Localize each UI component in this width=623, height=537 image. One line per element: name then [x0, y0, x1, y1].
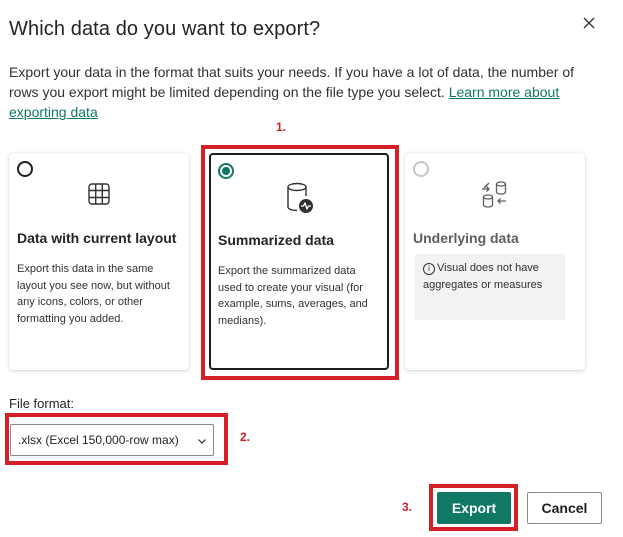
database-arrows-icon: [479, 179, 511, 211]
annotation-box-file-format: [5, 413, 228, 465]
close-icon: [583, 17, 595, 29]
annotation-box-export: [429, 484, 518, 531]
info-box-underlying: i Visual does not have aggregates or meas…: [415, 254, 565, 320]
radio-underlying: [413, 161, 429, 177]
option-card-underlying: Underlying data i Visual does not have ag…: [405, 153, 585, 370]
option-title-current-layout: Data with current layout: [17, 230, 177, 246]
option-title-underlying: Underlying data: [413, 230, 519, 246]
annotation-box-summarized: [201, 145, 399, 380]
annotation-step-3: 3.: [402, 500, 413, 514]
dialog-description: Export your data in the format that suit…: [9, 62, 584, 122]
dialog-title: Which data do you want to export?: [9, 18, 321, 40]
annotation-step-1: 1.: [276, 120, 287, 134]
option-card-current-layout[interactable]: Data with current layout Export this dat…: [9, 153, 189, 370]
file-format-label: File format:: [9, 396, 75, 411]
option-body-current-layout: Export this data in the same layout you …: [17, 263, 170, 325]
info-text: Visual does not have aggregates or measu…: [423, 262, 543, 291]
radio-current-layout[interactable]: [17, 161, 33, 177]
cancel-button[interactable]: Cancel: [527, 492, 602, 524]
table-grid-icon: [83, 179, 115, 211]
annotation-step-2: 2.: [240, 430, 251, 444]
info-icon: i: [423, 263, 435, 275]
close-button[interactable]: [578, 12, 600, 34]
